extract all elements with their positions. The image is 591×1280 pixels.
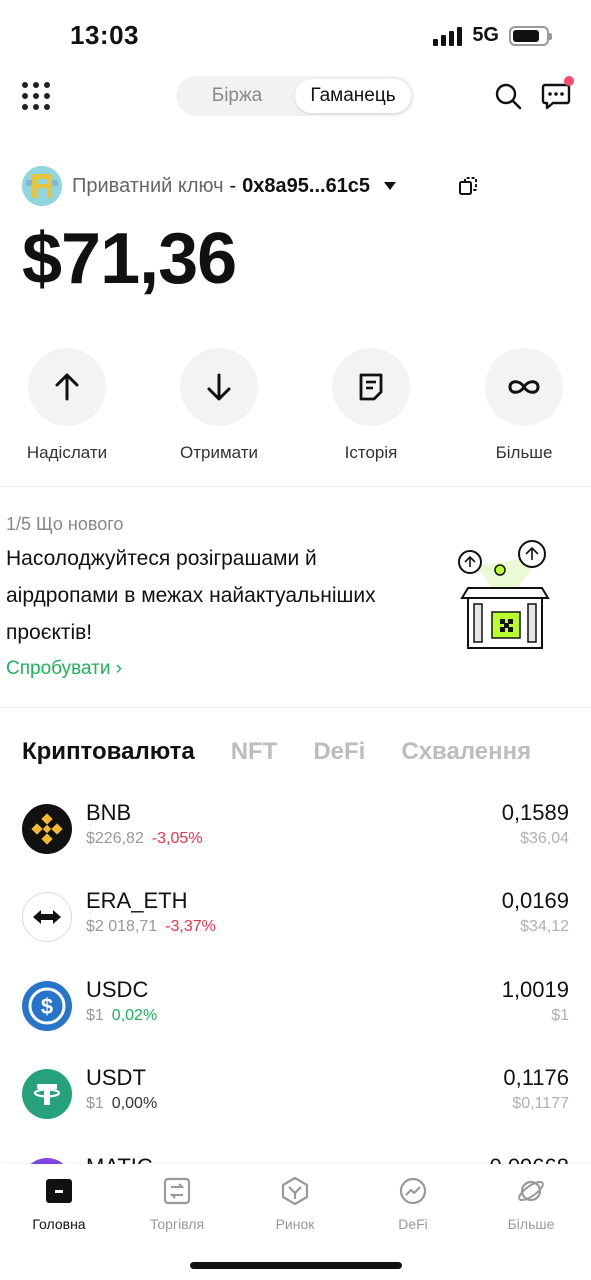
trade-icon xyxy=(162,1176,192,1206)
usdt-icon xyxy=(22,1069,72,1119)
tab-nft[interactable]: NFT xyxy=(231,738,278,766)
defi-icon xyxy=(398,1176,428,1206)
apps-grid-icon[interactable] xyxy=(22,82,50,110)
market-icon xyxy=(280,1176,310,1206)
receive-button[interactable]: Отримати xyxy=(159,348,279,463)
more-actions-button[interactable]: Більше xyxy=(464,348,584,463)
nav-home[interactable]: Головна xyxy=(0,1176,118,1232)
notification-dot xyxy=(564,76,574,86)
nav-market[interactable]: Ринок xyxy=(236,1176,354,1232)
svg-text:$: $ xyxy=(41,994,53,1019)
usdc-icon: $ xyxy=(22,981,72,1031)
asset-row-usdc[interactable]: $ USDC $1 0,02% 1,0019 $1 xyxy=(0,975,591,1035)
asset-change: -3,05% xyxy=(151,830,203,847)
chevron-down-icon[interactable] xyxy=(384,182,397,190)
asset-price-line: $226,82 -3,05% xyxy=(86,830,203,848)
nav-defi[interactable]: DeFi xyxy=(354,1176,472,1232)
total-balance: $71,36 xyxy=(22,219,237,299)
asset-symbol: ERA_ETH xyxy=(86,888,188,913)
promo-try-link[interactable]: Спробувати › xyxy=(6,658,122,680)
nav-home-label: Головна xyxy=(32,1216,86,1232)
tab-approvals[interactable]: Схвалення xyxy=(401,738,531,766)
asset-amount: 0,1176 xyxy=(503,1065,569,1090)
arrow-down-icon xyxy=(207,373,231,401)
history-circle[interactable] xyxy=(332,348,410,426)
tab-defi[interactable]: DeFi xyxy=(313,738,365,766)
asset-row-bnb[interactable]: BNB $226,82 -3,05% 0,1589 $36,04 xyxy=(0,798,591,858)
asset-price: $1 xyxy=(86,1007,104,1024)
asset-change: 0,02% xyxy=(111,1007,158,1024)
nav-defi-label: DeFi xyxy=(398,1216,428,1232)
asset-value: $36,04 xyxy=(520,830,569,847)
asset-value: $1 xyxy=(551,1007,569,1024)
asset-symbol: USDT xyxy=(86,1065,146,1090)
wallet-selector[interactable]: Приватний ключ - 0x8a95...61c5 xyxy=(22,166,397,206)
more-label: Більше xyxy=(495,443,553,462)
promo-counter: 1/5 Що нового xyxy=(6,514,124,534)
history-label: Історія xyxy=(344,443,398,462)
send-button[interactable]: Надіслати xyxy=(7,348,127,463)
quick-actions: Надіслати Отримати Історія Більше xyxy=(0,348,591,462)
nav-market-label: Ринок xyxy=(275,1216,315,1232)
receive-circle[interactable] xyxy=(180,348,258,426)
asset-change: -3,37% xyxy=(165,918,216,935)
wallet-avatar xyxy=(22,166,62,206)
segment-wallet[interactable]: Гаманець xyxy=(295,79,411,113)
asset-value: $34,12 xyxy=(520,918,569,935)
receive-label: Отримати xyxy=(179,443,258,462)
arrow-up-icon xyxy=(55,373,79,401)
wallet-name: Приватний ключ xyxy=(72,174,224,197)
more-planet-icon xyxy=(516,1176,546,1206)
asset-amount: 0,0169 xyxy=(501,888,569,913)
asset-change: 0,00% xyxy=(111,1095,158,1112)
asset-price-line: $1 0,02% xyxy=(86,1007,157,1025)
more-circle[interactable] xyxy=(485,348,563,426)
top-nav: Біржа Гаманець xyxy=(0,74,591,118)
asset-row-usdt[interactable]: USDT $1 0,00% 0,1176 $0,1177 xyxy=(0,1063,591,1123)
asset-symbol: USDC xyxy=(86,977,149,1002)
exchange-wallet-switch: Біржа Гаманець xyxy=(176,76,414,116)
asset-symbol: BNB xyxy=(86,800,132,825)
battery-icon xyxy=(509,25,552,46)
asset-price: $1 xyxy=(86,1095,104,1112)
asset-amount: 0,1589 xyxy=(501,800,569,825)
network-label: 5G xyxy=(472,24,499,46)
history-button[interactable]: Історія xyxy=(311,348,431,463)
status-bar: 13:03 5G xyxy=(0,0,591,70)
nav-more-label: Більше xyxy=(507,1216,555,1232)
nav-trade-label: Торгівля xyxy=(149,1216,205,1232)
home-indicator xyxy=(190,1262,402,1269)
gift-box-illustration xyxy=(458,540,550,649)
asset-value: $0,1177 xyxy=(512,1095,569,1112)
home-icon xyxy=(44,1176,74,1206)
copy-icon[interactable] xyxy=(458,176,478,196)
history-icon xyxy=(359,373,383,401)
asset-row-era-eth[interactable]: ERA_ETH $2 018,71 -3,37% 0,0169 $34,12 xyxy=(0,886,591,946)
segment-exchange[interactable]: Біржа xyxy=(179,79,295,113)
send-circle[interactable] xyxy=(28,348,106,426)
tab-crypto[interactable]: Криптовалюта xyxy=(22,738,195,766)
divider xyxy=(0,707,591,708)
wallet-address: 0x8a95...61c5 xyxy=(242,174,371,197)
asset-tabs: Криптовалюта NFT DeFi Схвалення xyxy=(22,738,531,766)
status-indicators: 5G xyxy=(433,24,552,47)
search-icon[interactable] xyxy=(494,82,522,110)
asset-price-line: $1 0,00% xyxy=(86,1095,157,1113)
infinity-icon xyxy=(508,380,540,394)
wallet-separator: - xyxy=(229,174,237,197)
divider xyxy=(0,486,591,487)
era-eth-icon xyxy=(22,892,72,942)
asset-price: $2 018,71 xyxy=(86,918,158,935)
asset-amount: 1,0019 xyxy=(501,977,569,1002)
bnb-icon xyxy=(22,804,72,854)
asset-price-line: $2 018,71 -3,37% xyxy=(86,918,216,936)
asset-price: $226,82 xyxy=(86,830,144,847)
send-label: Надіслати xyxy=(26,443,108,462)
nav-trade[interactable]: Торгівля xyxy=(118,1176,236,1232)
status-time: 13:03 xyxy=(70,20,139,50)
signal-icon xyxy=(433,26,463,46)
promo-text: Насолоджуйтеся розіграшами й аірдропами … xyxy=(6,547,376,644)
nav-more[interactable]: Більше xyxy=(472,1176,590,1232)
